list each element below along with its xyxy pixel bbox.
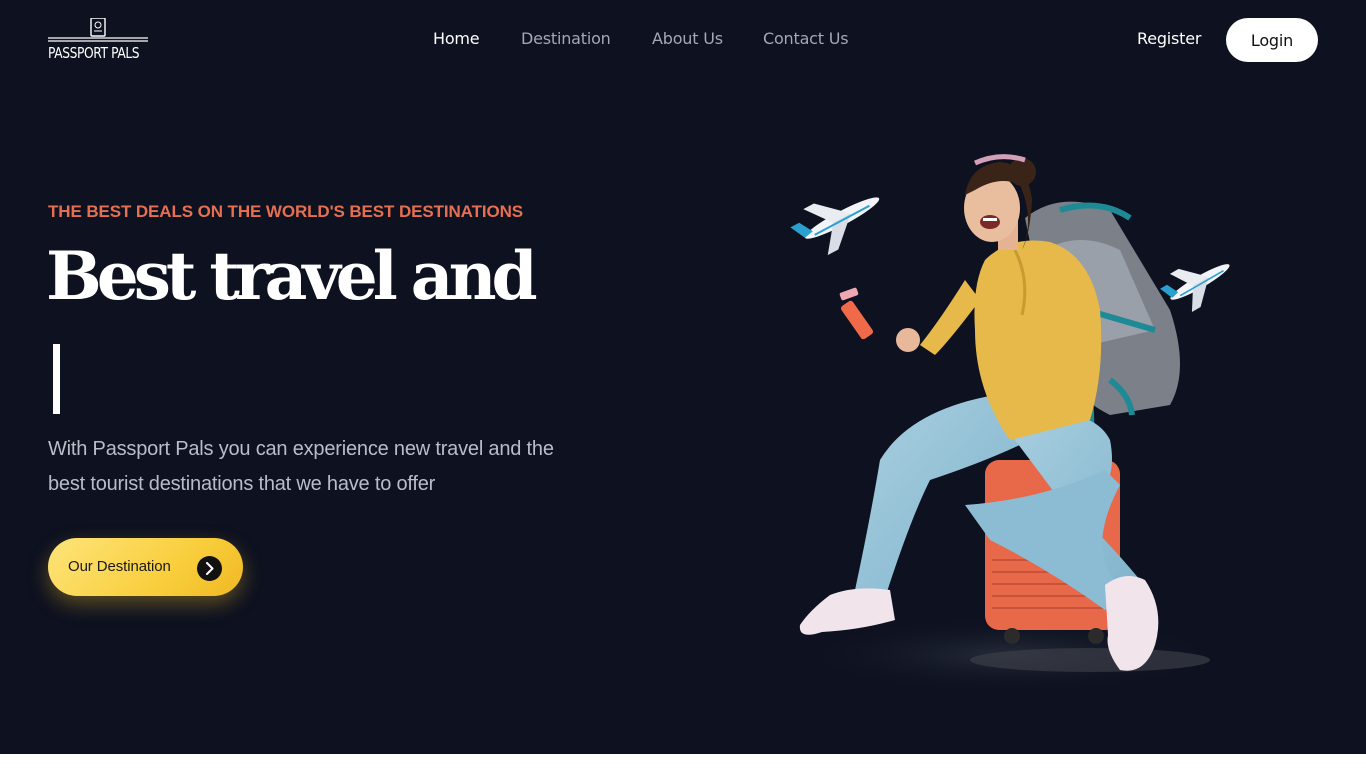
hero-eyebrow: THE BEST DEALS ON THE WORLD'S BEST DESTI… xyxy=(48,202,524,221)
airplane-icon-left xyxy=(790,197,880,256)
traveler-illustration xyxy=(790,154,1230,695)
register-link[interactable]: Register xyxy=(1137,29,1201,48)
nav-home[interactable]: Home xyxy=(433,29,480,48)
typing-cursor xyxy=(53,344,60,414)
our-destination-button[interactable]: Our Destination xyxy=(48,538,243,596)
login-button[interactable]: Login xyxy=(1226,18,1318,62)
cta-label: Our Destination xyxy=(68,558,171,575)
nav-destination[interactable]: Destination xyxy=(521,29,611,48)
nav-about-us[interactable]: About Us xyxy=(652,29,723,48)
nav-contact-us[interactable]: Contact Us xyxy=(763,29,849,48)
chevron-right-icon xyxy=(197,556,222,581)
hero-headline: Best travel and xyxy=(46,237,538,315)
hero-description: With Passport Pals you can experience ne… xyxy=(48,438,554,495)
hero-section: PASSPORT PALS Home Destination About Us … xyxy=(0,0,1366,754)
